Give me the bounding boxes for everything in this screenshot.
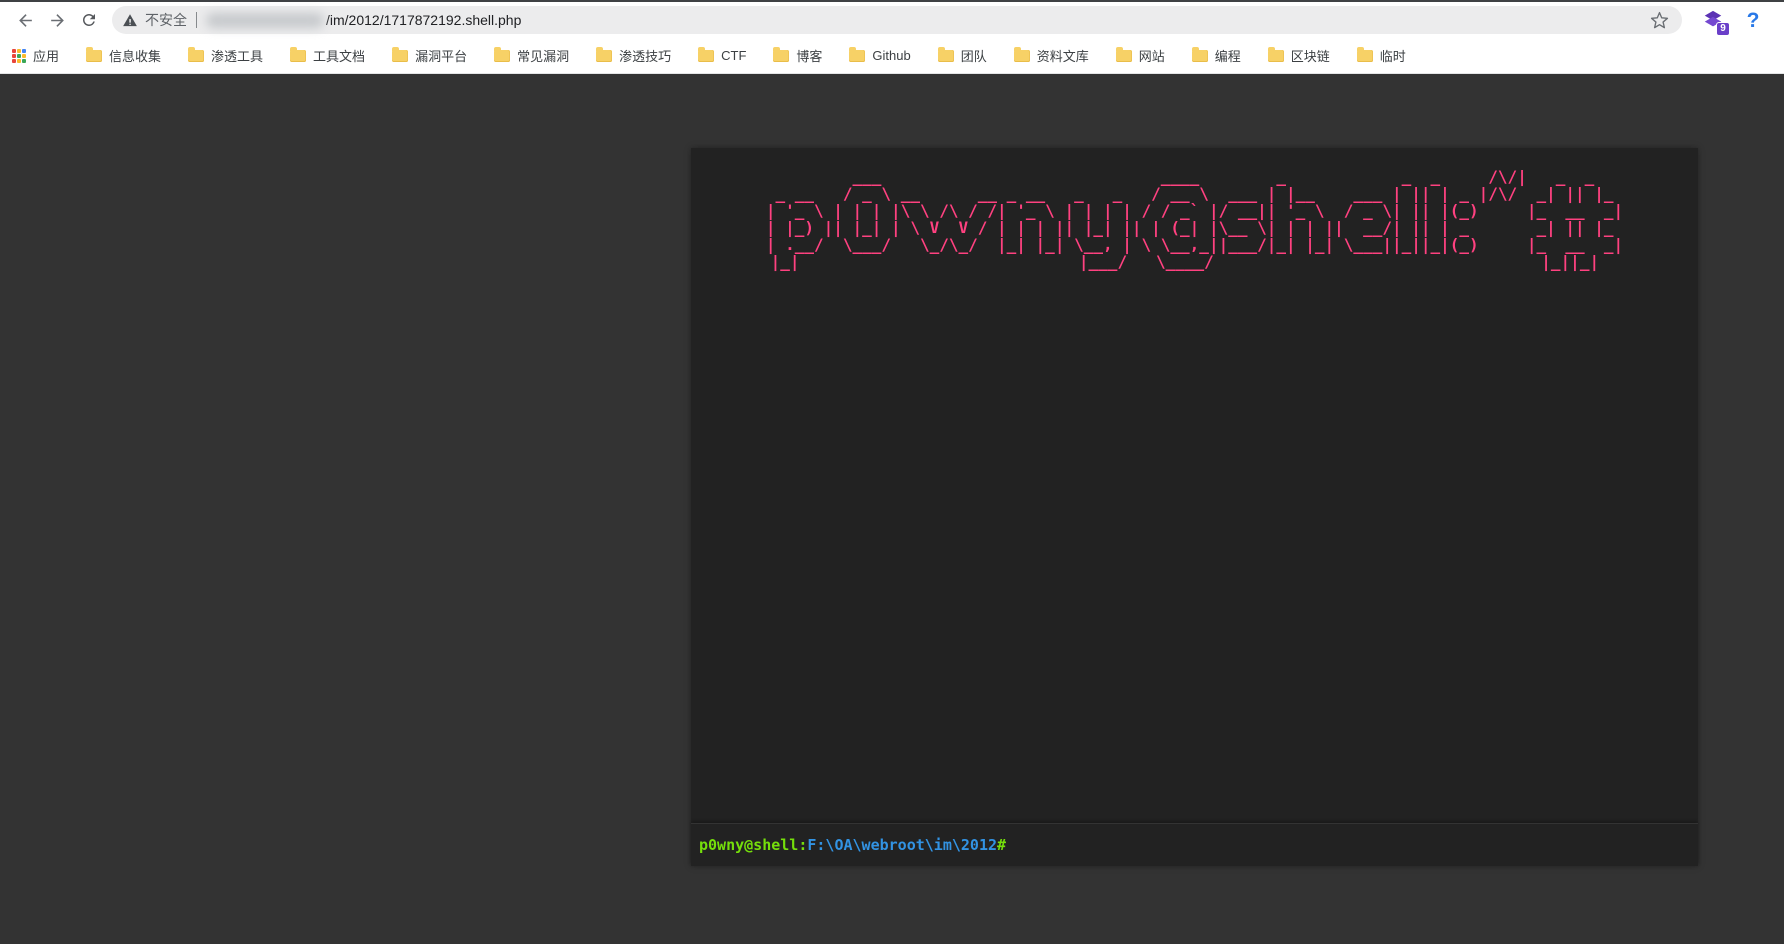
- folder-icon: [773, 50, 789, 62]
- bookmark-folder[interactable]: 网站: [1116, 46, 1165, 65]
- warning-icon: [122, 13, 138, 28]
- folder-icon: [1014, 50, 1030, 62]
- folder-icon: [1116, 50, 1132, 62]
- bookmark-label: 信息收集: [109, 46, 161, 65]
- folder-icon: [392, 50, 408, 62]
- folder-icon: [938, 50, 954, 62]
- bookmark-folder[interactable]: 信息收集: [86, 46, 161, 65]
- bookmark-folder[interactable]: 常见漏洞: [494, 46, 569, 65]
- webshell-panel: ___ ____ _ _ _ /\/| _ _ _ __ / _ \ __ __…: [691, 148, 1698, 866]
- reload-icon: [80, 11, 98, 29]
- bookmark-label: 网站: [1139, 46, 1165, 65]
- bookmark-folder[interactable]: 资料文库: [1014, 46, 1089, 65]
- bookmark-folder[interactable]: 漏洞平台: [392, 46, 467, 65]
- forward-icon: [48, 11, 67, 30]
- folder-icon: [188, 50, 204, 62]
- bookmark-folder[interactable]: 渗透技巧: [596, 46, 671, 65]
- folder-icon: [849, 50, 865, 62]
- folder-icon: [1192, 50, 1208, 62]
- bookmarks-bar: 应用 信息收集 渗透工具 工具文档 漏洞平台 常见漏洞 渗透技巧 CTF: [0, 38, 1784, 74]
- bookmark-folder[interactable]: 工具文档: [290, 46, 365, 65]
- shell-ascii-logo: ___ ____ _ _ _ /\/| _ _ _ __ / _ \ __ __…: [697, 168, 1692, 270]
- prompt-user: p0wny@shell:: [699, 836, 807, 854]
- folder-icon: [1268, 50, 1284, 62]
- help-icon: ?: [1747, 10, 1760, 31]
- url-path-text: /im/2012/1717872192.shell.php: [326, 12, 521, 28]
- redacted-url-host: [206, 13, 324, 28]
- bookmark-label: 应用: [33, 46, 59, 65]
- bookmark-label: 博客: [796, 46, 822, 65]
- bookmark-label: 工具文档: [313, 46, 365, 65]
- prompt-path: F:\OA\webroot\im\2012: [807, 836, 997, 854]
- extensions-area: 9 ?: [1700, 7, 1766, 33]
- folder-icon: [596, 50, 612, 62]
- bookmark-label: 临时: [1380, 46, 1406, 65]
- apps-grid-icon: [12, 49, 26, 63]
- address-bar[interactable]: 不安全 /im/2012/1717872192.shell.php: [112, 6, 1682, 34]
- bookmark-folder[interactable]: 编程: [1192, 46, 1241, 65]
- bookmark-star-button[interactable]: [1646, 7, 1672, 33]
- bookmark-label: 团队: [961, 46, 987, 65]
- prompt-symbol: #: [997, 836, 1006, 854]
- shell-prompt: p0wny@shell:F:\OA\webroot\im\2012#: [699, 836, 1006, 854]
- folder-icon: [290, 50, 306, 62]
- bookmark-folder[interactable]: 渗透工具: [188, 46, 263, 65]
- shell-command-input[interactable]: [1014, 830, 1690, 860]
- bookmark-label: 渗透技巧: [619, 46, 671, 65]
- bookmark-folder[interactable]: 区块链: [1268, 46, 1330, 65]
- bookmark-folder[interactable]: 博客: [773, 46, 822, 65]
- folder-icon: [86, 50, 102, 62]
- bookmark-folder[interactable]: 团队: [938, 46, 987, 65]
- security-label: 不安全: [145, 10, 187, 30]
- forward-button[interactable]: [42, 5, 72, 35]
- browser-toolbar: 不安全 /im/2012/1717872192.shell.php 9 ?: [0, 2, 1784, 38]
- bookmark-label: CTF: [721, 48, 746, 63]
- bookmark-folder[interactable]: CTF: [698, 48, 746, 63]
- bookmark-label: 资料文库: [1037, 46, 1089, 65]
- bookmark-item-apps[interactable]: 应用: [12, 46, 59, 65]
- extension-button[interactable]: 9: [1700, 7, 1726, 33]
- bookmark-label: 区块链: [1291, 46, 1330, 65]
- bookmark-folder[interactable]: Github: [849, 48, 910, 63]
- reload-button[interactable]: [74, 5, 104, 35]
- help-extension-button[interactable]: ?: [1740, 7, 1766, 33]
- bookmark-label: Github: [872, 48, 910, 63]
- folder-icon: [1357, 50, 1373, 62]
- web-page: ___ ____ _ _ _ /\/| _ _ _ __ / _ \ __ __…: [0, 74, 1784, 944]
- bookmark-label: 漏洞平台: [415, 46, 467, 65]
- bookmark-folder[interactable]: 临时: [1357, 46, 1406, 65]
- shell-input-row: p0wny@shell:F:\OA\webroot\im\2012#: [691, 823, 1698, 866]
- star-icon: [1650, 11, 1669, 30]
- security-chip[interactable]: 不安全: [122, 10, 187, 30]
- browser-window: 不安全 /im/2012/1717872192.shell.php 9 ?: [0, 0, 1784, 944]
- bookmark-label: 渗透工具: [211, 46, 263, 65]
- url-divider: [196, 12, 197, 28]
- extension-badge: 9: [1716, 22, 1730, 36]
- back-button[interactable]: [10, 5, 40, 35]
- back-icon: [16, 11, 35, 30]
- folder-icon: [698, 50, 714, 62]
- bookmark-label: 常见漏洞: [517, 46, 569, 65]
- folder-icon: [494, 50, 510, 62]
- bookmark-label: 编程: [1215, 46, 1241, 65]
- shell-output-area[interactable]: ___ ____ _ _ _ /\/| _ _ _ __ / _ \ __ __…: [691, 148, 1698, 823]
